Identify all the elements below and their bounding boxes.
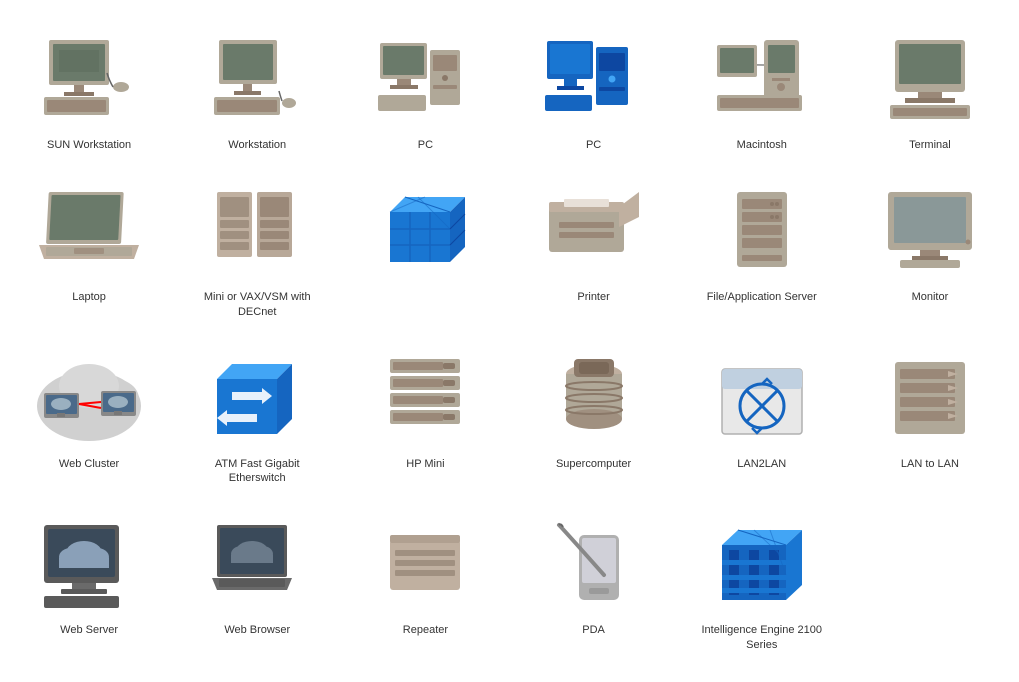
label-pc-gray: PC <box>418 138 433 152</box>
icon-supercomputer <box>539 349 649 449</box>
icon-lan-to-lan <box>875 349 985 449</box>
item-printer[interactable]: Printer <box>515 172 673 329</box>
icon-hp-mini <box>370 349 480 449</box>
label-pc-blue: PC <box>586 138 601 152</box>
icon-blue-cube <box>370 182 480 282</box>
label-terminal: Terminal <box>909 138 951 152</box>
icon-macintosh <box>707 30 817 130</box>
item-mini-vax[interactable]: Mini or VAX/VSM with DECnet <box>178 172 336 329</box>
icon-printer <box>539 182 649 282</box>
icon-mini-vax <box>202 182 312 282</box>
item-pda[interactable]: PDA <box>515 505 673 662</box>
label-sun-workstation: SUN Workstation <box>47 138 131 152</box>
icon-intelligence-engine <box>707 515 817 615</box>
icon-monitor <box>875 182 985 282</box>
item-supercomputer[interactable]: Supercomputer <box>515 339 673 496</box>
icon-web-server <box>34 515 144 615</box>
item-intelligence-engine[interactable]: Intelligence Engine 2100 Series <box>683 505 841 662</box>
icon-laptop <box>34 182 144 282</box>
icon-lan2lan <box>707 349 817 449</box>
label-supercomputer: Supercomputer <box>556 457 631 471</box>
icon-pda <box>539 515 649 615</box>
item-atm-switch[interactable]: ATM Fast Gigabit Etherswitch <box>178 339 336 496</box>
icon-web-cluster <box>34 349 144 449</box>
label-macintosh: Macintosh <box>737 138 787 152</box>
icon-terminal <box>875 30 985 130</box>
icon-file-server <box>707 182 817 282</box>
item-lan-to-lan[interactable]: LAN to LAN <box>851 339 1009 496</box>
item-terminal[interactable]: Terminal <box>851 20 1009 162</box>
item-lan2lan[interactable]: LAN2LAN <box>683 339 841 496</box>
item-pc-blue[interactable]: PC <box>515 20 673 162</box>
item-web-browser[interactable]: Web Browser <box>178 505 336 662</box>
label-workstation: Workstation <box>228 138 286 152</box>
label-laptop: Laptop <box>72 290 106 304</box>
item-blue-cube[interactable] <box>346 172 504 329</box>
item-web-server[interactable]: Web Server <box>10 505 168 662</box>
label-repeater: Repeater <box>403 623 448 637</box>
icon-pc-blue <box>539 30 649 130</box>
item-web-cluster[interactable]: Web Cluster <box>10 339 168 496</box>
label-mini-vax: Mini or VAX/VSM with DECnet <box>192 290 322 319</box>
label-lan-to-lan: LAN to LAN <box>901 457 959 471</box>
item-file-server[interactable]: File/Application Server <box>683 172 841 329</box>
label-web-browser: Web Browser <box>224 623 290 637</box>
item-hp-mini[interactable]: HP Mini <box>346 339 504 496</box>
label-monitor: Monitor <box>912 290 949 304</box>
icon-sun-workstation <box>34 30 144 130</box>
item-workstation[interactable]: Workstation <box>178 20 336 162</box>
icon-repeater <box>370 515 480 615</box>
item-sun-workstation[interactable]: SUN Workstation <box>10 20 168 162</box>
item-pc-gray[interactable]: PC <box>346 20 504 162</box>
label-file-server: File/Application Server <box>707 290 817 304</box>
item-monitor[interactable]: Monitor <box>851 172 1009 329</box>
icon-web-browser <box>202 515 312 615</box>
label-pda: PDA <box>582 623 605 637</box>
item-macintosh[interactable]: Macintosh <box>683 20 841 162</box>
item-laptop[interactable]: Laptop <box>10 172 168 329</box>
label-printer: Printer <box>577 290 609 304</box>
icon-atm-switch <box>202 349 312 449</box>
label-web-server: Web Server <box>60 623 118 637</box>
icon-pc-gray <box>370 30 480 130</box>
item-repeater[interactable]: Repeater <box>346 505 504 662</box>
label-web-cluster: Web Cluster <box>59 457 119 471</box>
label-lan2lan: LAN2LAN <box>737 457 786 471</box>
label-atm-switch: ATM Fast Gigabit Etherswitch <box>192 457 322 486</box>
label-intelligence-engine: Intelligence Engine 2100 Series <box>697 623 827 652</box>
icon-grid: SUN Workstation Workstation <box>0 0 1019 682</box>
icon-workstation <box>202 30 312 130</box>
label-hp-mini: HP Mini <box>406 457 444 471</box>
